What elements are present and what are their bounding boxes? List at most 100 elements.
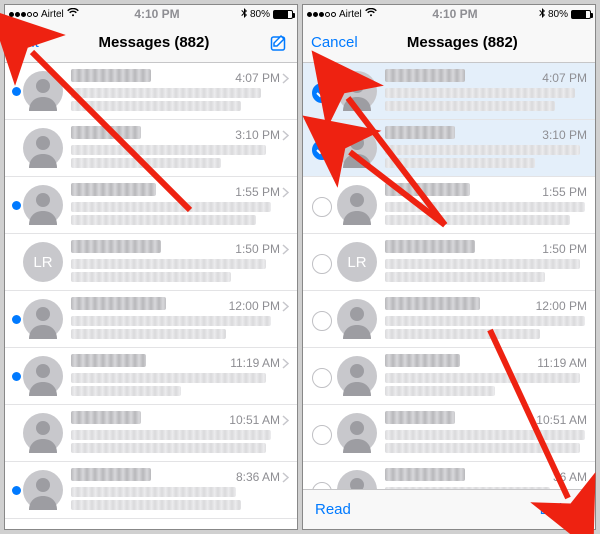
message-preview-blurred (71, 145, 289, 168)
avatar (337, 470, 377, 489)
message-preview-blurred (71, 316, 289, 339)
contact-name-blurred (385, 297, 480, 310)
message-preview-blurred (385, 373, 587, 396)
message-time: 11:19 AM (230, 356, 289, 370)
signal-dots-icon (9, 12, 38, 17)
messages-list-edit[interactable]: 4:07 PM 3:10 PM1:55 PM LR 1:50 PM 12:00 PM 11… (303, 63, 595, 489)
message-row[interactable]: 11:19 AM (5, 348, 297, 405)
message-row[interactable]: 3:10 PM (303, 120, 595, 177)
status-time: 4:10 PM (134, 7, 179, 21)
message-row[interactable]: 1:55 PM (5, 177, 297, 234)
avatar (337, 356, 377, 396)
unread-indicator (9, 183, 23, 210)
status-bar: Airtel 4:10 PM 80% (5, 5, 297, 23)
signal-dots-icon (307, 12, 336, 17)
avatar (23, 356, 63, 396)
message-row[interactable]: 3:10 PM (5, 120, 297, 177)
cancel-button[interactable]: Cancel (311, 34, 358, 51)
compose-icon (269, 33, 289, 53)
message-time: 36 AM (553, 470, 587, 484)
unread-indicator (9, 354, 23, 381)
unread-indicator (9, 297, 23, 324)
message-time: 11:19 AM (537, 356, 587, 370)
message-row[interactable]: LR 1:50 PM (5, 234, 297, 291)
compose-button[interactable] (269, 33, 289, 53)
avatar: LR (337, 242, 377, 282)
avatar (337, 299, 377, 339)
nav-bar: Cancel Messages (882) (303, 23, 595, 63)
status-bar: Airtel 4:10 PM 80% (303, 5, 595, 23)
message-time: 12:00 PM (229, 299, 289, 313)
edit-button[interactable]: Edit (13, 34, 39, 51)
message-row[interactable]: 11:19 AM (303, 348, 595, 405)
select-checkbox[interactable] (312, 482, 332, 489)
contact-name-blurred (385, 411, 455, 424)
delete-button[interactable]: Delete (540, 501, 583, 518)
select-checkbox[interactable] (312, 83, 332, 103)
select-checkbox[interactable] (312, 311, 332, 331)
avatar-initials: LR (33, 254, 52, 271)
wifi-icon (67, 8, 79, 20)
battery-icon (571, 10, 591, 19)
message-row[interactable]: 1:55 PM (303, 177, 595, 234)
select-checkbox[interactable] (312, 254, 332, 274)
message-row[interactable]: 8:36 AM (5, 462, 297, 519)
avatar (23, 413, 63, 453)
carrier-label: Airtel (339, 9, 362, 20)
message-preview-blurred (71, 202, 289, 225)
contact-name-blurred (71, 297, 166, 310)
avatar (23, 185, 63, 225)
bluetooth-icon (539, 8, 545, 21)
message-row[interactable]: 36 AM (303, 462, 595, 489)
contact-name-blurred (71, 183, 156, 196)
message-time: 3:10 PM (235, 128, 289, 142)
message-time: 4:07 PM (235, 71, 289, 85)
select-checkbox[interactable] (312, 368, 332, 388)
messages-list[interactable]: 4:07 PM 3:10 PM 1:55 PM LR 1:50 PM 12:00 PM 11… (5, 63, 297, 529)
read-button[interactable]: Read (315, 501, 351, 518)
status-time: 4:10 PM (432, 7, 477, 21)
contact-name-blurred (385, 183, 470, 196)
message-time: 10:51 AM (229, 413, 289, 427)
avatar-initials: LR (347, 254, 366, 271)
battery-pct: 80% (250, 9, 270, 20)
message-row[interactable]: 4:07 PM (303, 63, 595, 120)
contact-name-blurred (71, 126, 141, 139)
avatar (23, 299, 63, 339)
edit-toolbar: Read Delete (303, 489, 595, 529)
contact-name-blurred (71, 468, 151, 481)
message-time: 4:07 PM (542, 71, 587, 85)
unread-indicator (9, 69, 23, 96)
message-preview-blurred (385, 202, 587, 225)
message-time: 1:50 PM (542, 242, 587, 256)
avatar (23, 128, 63, 168)
message-preview-blurred (385, 316, 587, 339)
contact-name-blurred (71, 69, 151, 82)
unread-indicator (9, 126, 23, 144)
message-preview-blurred (71, 88, 289, 111)
message-time: 12:00 PM (536, 299, 587, 313)
select-checkbox[interactable] (312, 197, 332, 217)
message-preview-blurred (71, 430, 289, 453)
message-row[interactable]: 10:51 AM (5, 405, 297, 462)
message-row[interactable]: 12:00 PM (303, 291, 595, 348)
message-row[interactable]: 12:00 PM (5, 291, 297, 348)
page-title: Messages (882) (98, 34, 209, 51)
select-checkbox[interactable] (312, 425, 332, 445)
bluetooth-icon (241, 8, 247, 21)
avatar (337, 71, 377, 111)
message-row[interactable]: LR 1:50 PM (303, 234, 595, 291)
contact-name-blurred (385, 240, 475, 253)
unread-indicator (9, 468, 23, 495)
contact-name-blurred (385, 354, 460, 367)
battery-icon (273, 10, 293, 19)
message-preview-blurred (385, 145, 587, 168)
message-row[interactable]: 10:51 AM (303, 405, 595, 462)
message-row[interactable]: 4:07 PM (5, 63, 297, 120)
select-checkbox[interactable] (312, 140, 332, 160)
avatar (337, 413, 377, 453)
contact-name-blurred (71, 411, 141, 424)
message-preview-blurred (71, 373, 289, 396)
message-preview-blurred (71, 259, 289, 282)
message-time: 1:50 PM (235, 242, 289, 256)
